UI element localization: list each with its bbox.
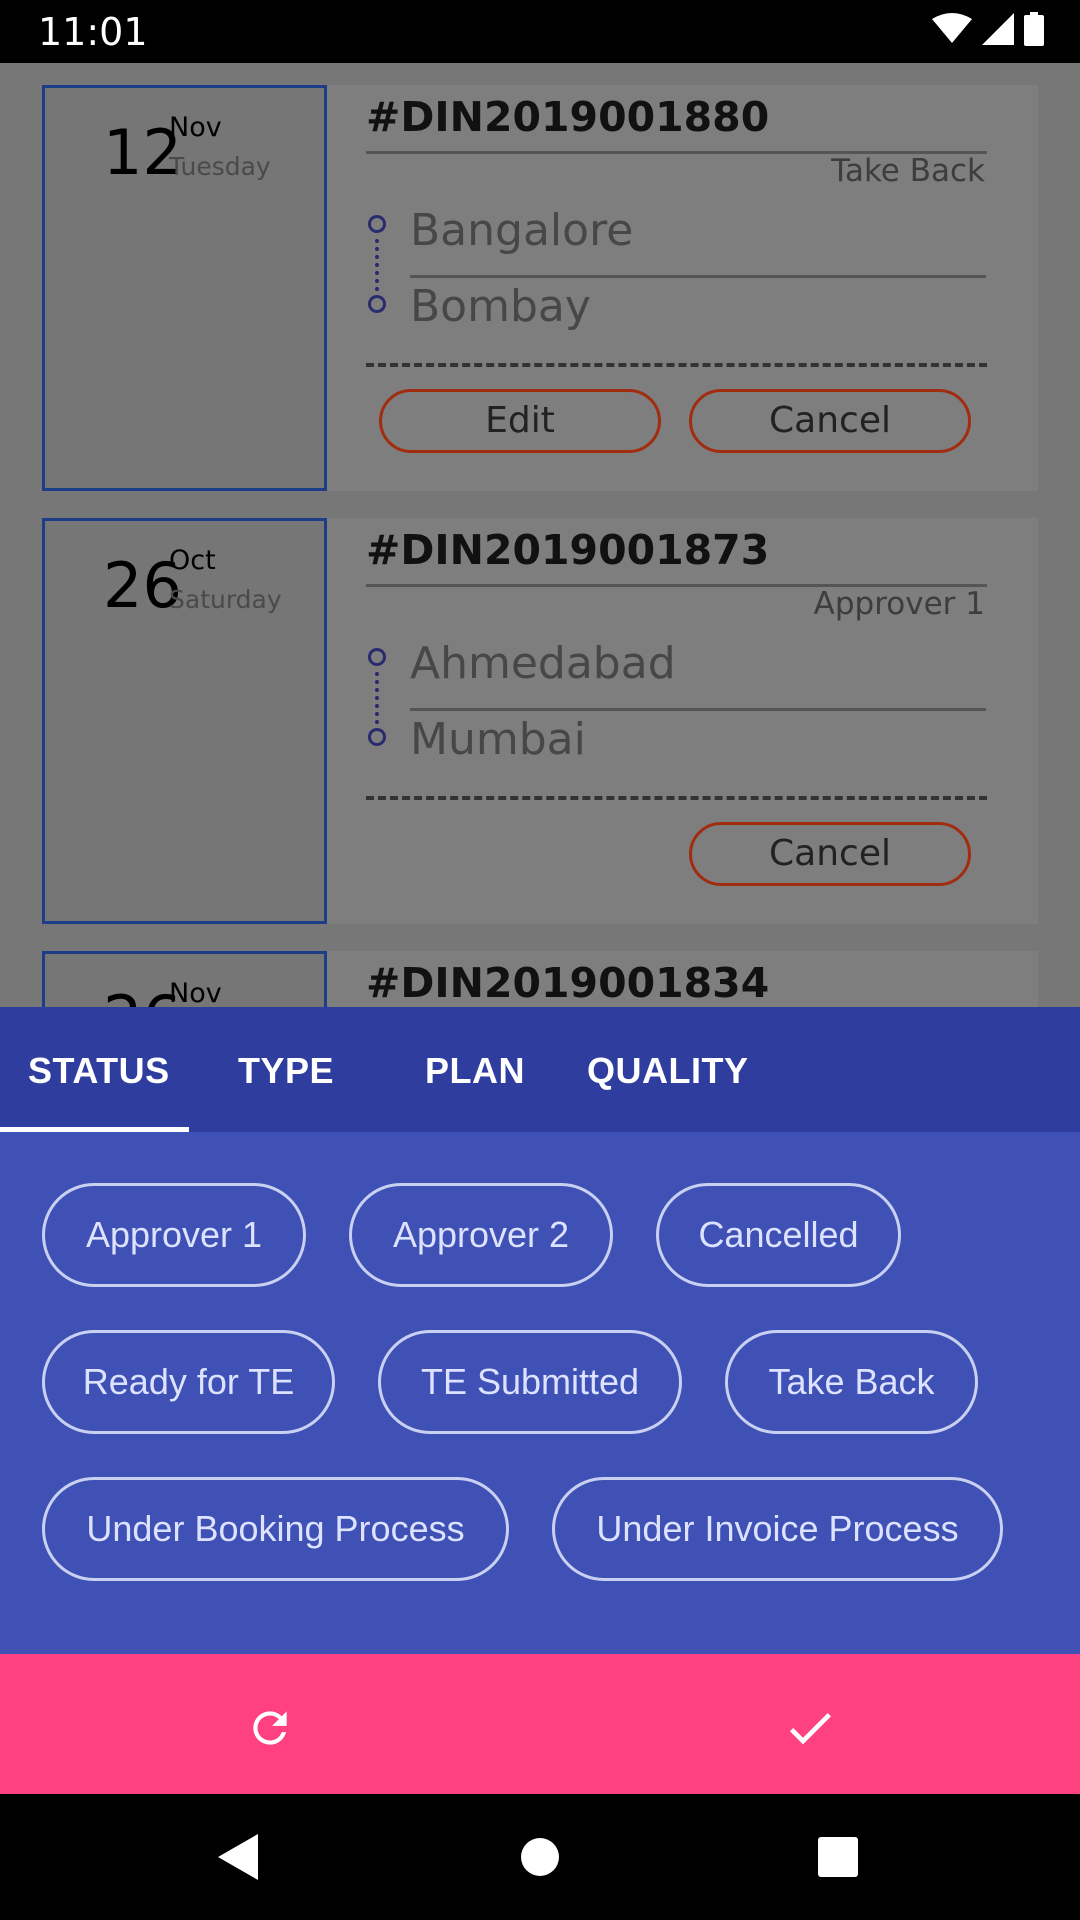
chip-ready-for-te[interactable]: Ready for TE bbox=[42, 1330, 335, 1434]
trip-weekday: Tuesday bbox=[169, 152, 271, 181]
trip-to-city: Bombay bbox=[410, 281, 591, 332]
route-indicator-icon bbox=[366, 648, 390, 748]
chip-under-invoice-process[interactable]: Under Invoice Process bbox=[552, 1477, 1003, 1581]
recents-nav-button[interactable] bbox=[778, 1794, 898, 1920]
trip-status: Take Back bbox=[831, 153, 985, 189]
chip-te-submitted[interactable]: TE Submitted bbox=[378, 1330, 682, 1434]
trip-id: #DIN2019001834 bbox=[366, 959, 770, 1007]
check-icon bbox=[789, 1712, 831, 1744]
trip-from-city: Bangalore bbox=[410, 205, 634, 256]
recents-square-icon bbox=[818, 1837, 858, 1877]
trip-to-city: Mumbai bbox=[410, 714, 586, 765]
trip-detail: #DIN2019001873 Approver 1 Ahmedabad Mumb… bbox=[327, 518, 1038, 924]
dashed-divider bbox=[366, 363, 987, 367]
tab-quality[interactable]: QUALITY bbox=[587, 1007, 749, 1132]
divider bbox=[410, 275, 986, 278]
back-triangle-icon bbox=[218, 1834, 258, 1880]
edit-button[interactable]: Edit bbox=[379, 389, 661, 453]
chip-take-back[interactable]: Take Back bbox=[725, 1330, 978, 1434]
cancel-trip-button[interactable]: Cancel bbox=[689, 389, 971, 453]
trip-list: 12 Nov Tuesday #DIN2019001880 Take Back … bbox=[0, 63, 1080, 1007]
trip-card[interactable]: 26 Oct Saturday #DIN2019001873 Approver … bbox=[42, 518, 1038, 924]
status-time: 11:01 bbox=[38, 10, 148, 54]
trip-date-box: 26 Oct Saturday bbox=[42, 518, 327, 924]
route-indicator-icon bbox=[366, 215, 390, 315]
trip-card[interactable]: 26 Nov #DIN2019001834 bbox=[42, 951, 1038, 1007]
refresh-icon bbox=[253, 1710, 287, 1745]
status-icons bbox=[932, 12, 1044, 46]
chip-cancelled[interactable]: Cancelled bbox=[656, 1183, 901, 1287]
filter-tabs: STATUS TYPE PLAN QUALITY bbox=[0, 1007, 1080, 1132]
chip-under-booking-process[interactable]: Under Booking Process bbox=[42, 1477, 509, 1581]
trip-id: #DIN2019001880 bbox=[366, 93, 770, 141]
trip-detail: #DIN2019001880 Take Back Bangalore Bomba… bbox=[327, 85, 1038, 491]
trip-weekday: Saturday bbox=[169, 585, 282, 614]
trip-month: Nov bbox=[169, 978, 222, 1007]
tab-type[interactable]: TYPE bbox=[238, 1007, 334, 1132]
filter-sheet: STATUS TYPE PLAN QUALITY Approver 1 Appr… bbox=[0, 1007, 1080, 1801]
cellular-signal-icon bbox=[982, 13, 1014, 45]
trip-status: Approver 1 bbox=[813, 586, 985, 622]
home-nav-button[interactable] bbox=[480, 1794, 600, 1920]
tab-plan[interactable]: PLAN bbox=[425, 1007, 525, 1132]
divider bbox=[410, 708, 986, 711]
home-circle-icon bbox=[521, 1838, 559, 1876]
trip-month: Oct bbox=[169, 545, 216, 576]
reset-filters-button[interactable] bbox=[0, 1654, 540, 1801]
chip-approver-1[interactable]: Approver 1 bbox=[42, 1183, 306, 1287]
trip-card[interactable]: 12 Nov Tuesday #DIN2019001880 Take Back … bbox=[42, 85, 1038, 491]
chip-approver-2[interactable]: Approver 2 bbox=[349, 1183, 613, 1287]
cancel-trip-button[interactable]: Cancel bbox=[689, 822, 971, 886]
tab-status[interactable]: STATUS bbox=[28, 1007, 170, 1132]
trip-date-box: 12 Nov Tuesday bbox=[42, 85, 327, 491]
navigation-bar bbox=[0, 1794, 1080, 1920]
status-bar: 11:01 bbox=[0, 0, 1080, 63]
apply-filters-button[interactable] bbox=[540, 1654, 1080, 1801]
trip-detail: #DIN2019001834 bbox=[327, 951, 1038, 1007]
battery-icon bbox=[1024, 12, 1044, 46]
trip-id: #DIN2019001873 bbox=[366, 526, 770, 574]
trip-date-box: 26 Nov bbox=[42, 951, 327, 1007]
trip-from-city: Ahmedabad bbox=[410, 638, 676, 689]
trip-month: Nov bbox=[169, 112, 222, 143]
status-chip-group: Approver 1 Approver 2 Cancelled Ready fo… bbox=[0, 1132, 1080, 1654]
dashed-divider bbox=[366, 796, 987, 800]
filter-actions bbox=[0, 1654, 1080, 1801]
wifi-icon bbox=[932, 13, 972, 43]
back-nav-button[interactable] bbox=[178, 1794, 298, 1920]
